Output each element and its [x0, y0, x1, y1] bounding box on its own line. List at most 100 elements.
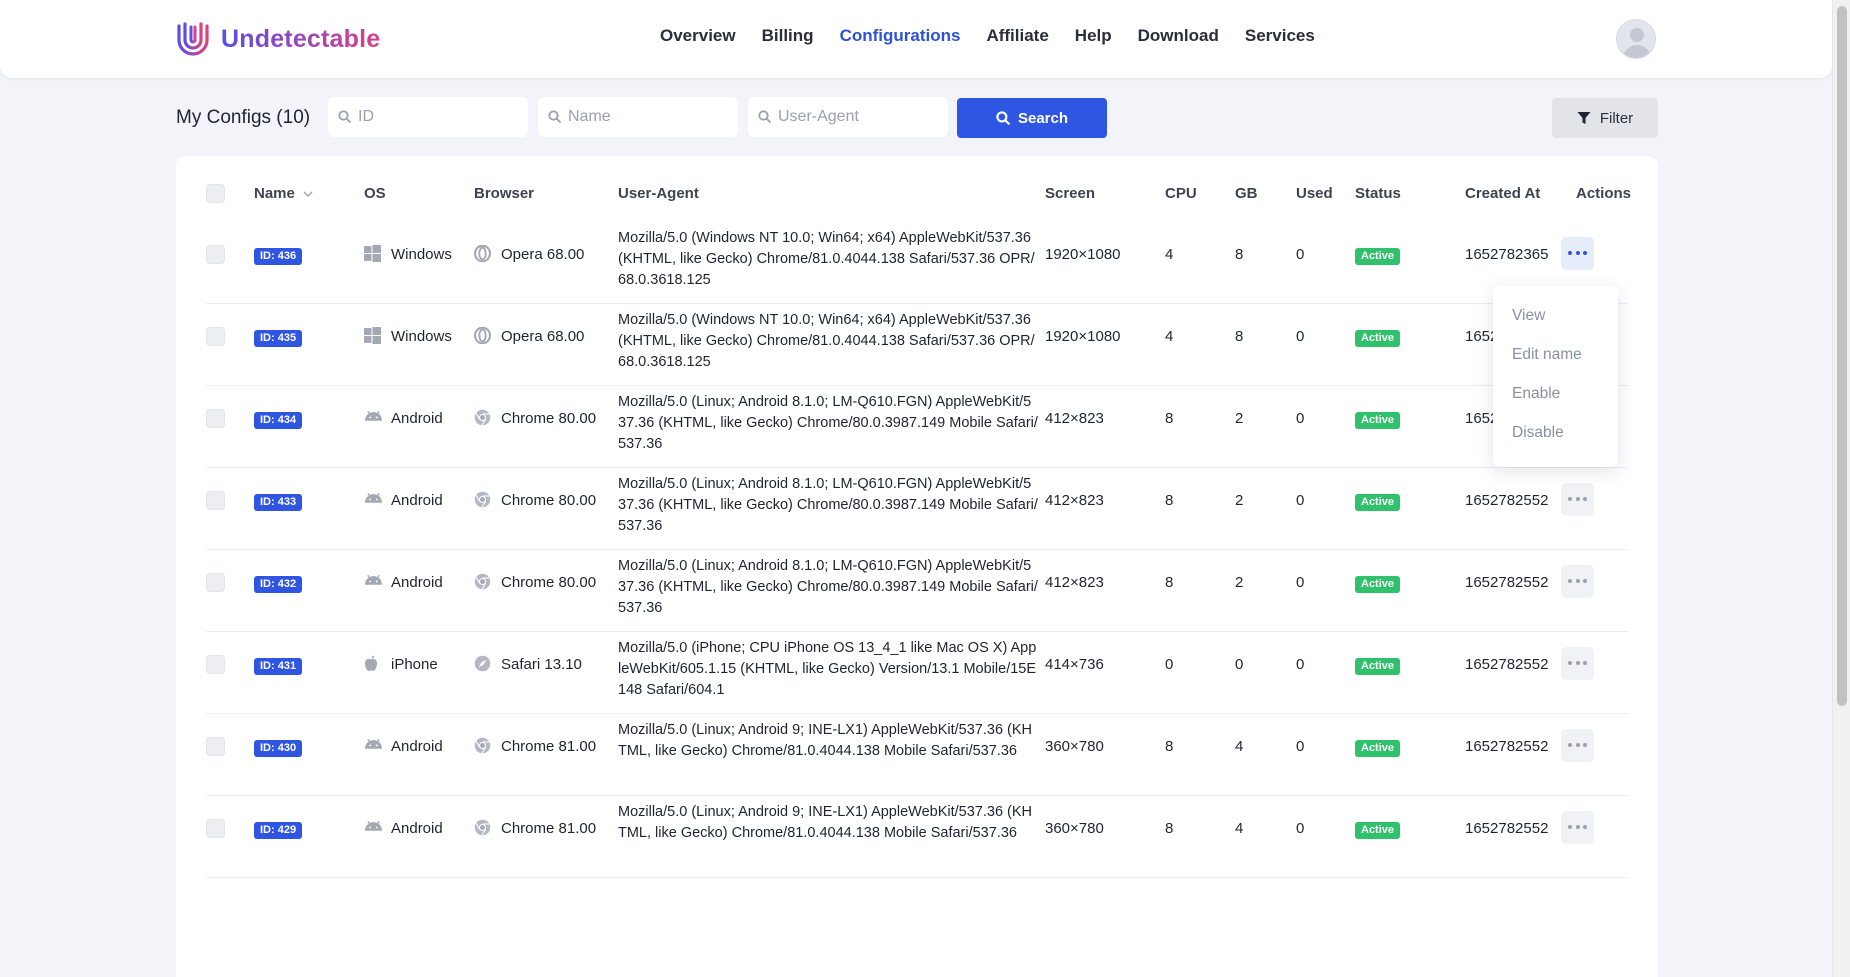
status-badge: Active: [1355, 658, 1401, 675]
user-agent-text: Mozilla/5.0 (Linux; Android 8.1.0; LM-Q6…: [618, 476, 1038, 534]
col-header-used: Used: [1296, 185, 1333, 202]
row-actions-button[interactable]: [1561, 729, 1594, 762]
more-dots-icon: [1568, 825, 1587, 829]
row-checkbox[interactable]: [206, 655, 225, 674]
created-at: 1652782552: [1465, 820, 1549, 837]
row-checkbox[interactable]: [206, 573, 225, 592]
used-count: 0: [1296, 328, 1305, 345]
row-checkbox[interactable]: [206, 409, 225, 428]
chrome-icon: [474, 573, 492, 591]
logo-icon: [177, 22, 209, 56]
search-icon: [548, 110, 562, 124]
menu-item-view[interactable]: View: [1493, 305, 1618, 344]
user-avatar[interactable]: [1616, 19, 1656, 59]
memory-gb: 2: [1235, 574, 1244, 591]
screen-resolution: 412×823: [1045, 574, 1104, 591]
name-search-input[interactable]: [568, 108, 728, 126]
nav-services[interactable]: Services: [1245, 26, 1315, 46]
nav-download[interactable]: Download: [1138, 26, 1219, 46]
created-at: 1652782552: [1465, 656, 1549, 673]
filter-button-label: Filter: [1599, 109, 1634, 127]
memory-gb: 2: [1235, 410, 1244, 427]
menu-item-edit-name[interactable]: Edit name: [1493, 344, 1618, 383]
menu-item-disable[interactable]: Disable: [1493, 422, 1618, 461]
row-checkbox[interactable]: [206, 491, 225, 510]
top-navbar: Undetectable Overview Billing Configurat…: [0, 0, 1832, 78]
os-label: Android: [391, 410, 443, 427]
cpu-count: 8: [1165, 820, 1174, 837]
config-id-badge[interactable]: ID: 429: [254, 822, 303, 839]
row-checkbox[interactable]: [206, 327, 225, 346]
brand-name: Undetectable: [221, 24, 381, 53]
ua-search-input[interactable]: [778, 108, 938, 126]
select-all-checkbox[interactable]: [206, 184, 225, 203]
cpu-count: 8: [1165, 410, 1174, 427]
search-icon: [338, 110, 352, 124]
status-badge: Active: [1355, 494, 1401, 511]
memory-gb: 8: [1235, 328, 1244, 345]
nav-configurations[interactable]: Configurations: [840, 26, 961, 46]
row-actions-button[interactable]: [1561, 647, 1594, 680]
brand-logo[interactable]: Undetectable: [175, 20, 380, 58]
user-agent-text: Mozilla/5.0 (Windows NT 10.0; Win64; x64…: [618, 312, 1035, 370]
page-scrollbar[interactable]: [1832, 0, 1850, 977]
config-id-badge[interactable]: ID: 430: [254, 740, 303, 757]
menu-item-enable[interactable]: Enable: [1493, 383, 1618, 422]
chevron-down-icon: [303, 191, 313, 197]
row-checkbox[interactable]: [206, 245, 225, 264]
browser-label: Chrome 80.00: [501, 574, 597, 591]
browser-label: Opera 68.00: [501, 328, 585, 345]
filter-icon: [1577, 112, 1591, 124]
nav-affiliate[interactable]: Affiliate: [986, 26, 1048, 46]
nav-billing[interactable]: Billing: [762, 26, 814, 46]
col-header-cpu: CPU: [1165, 185, 1197, 202]
table-row[interactable]: ID: 429 Android Chrome 81.00 Mozilla/5.0 (L…: [206, 782, 1628, 878]
id-search-input[interactable]: [358, 108, 518, 126]
id-search-field[interactable]: [328, 97, 528, 137]
config-id-badge[interactable]: ID: 434: [254, 412, 303, 429]
nav-help[interactable]: Help: [1075, 26, 1112, 46]
cpu-count: 8: [1165, 492, 1174, 509]
user-agent-text: Mozilla/5.0 (iPhone; CPU iPhone OS 13_4_…: [618, 640, 1037, 698]
row-checkbox[interactable]: [206, 819, 225, 838]
used-count: 0: [1296, 820, 1305, 837]
more-dots-icon: [1568, 251, 1587, 255]
search-button[interactable]: Search: [957, 98, 1107, 138]
col-header-status: Status: [1355, 185, 1401, 202]
used-count: 0: [1296, 738, 1305, 755]
config-id-badge[interactable]: ID: 436: [254, 248, 303, 265]
ua-search-field[interactable]: [748, 97, 948, 137]
filter-button[interactable]: Filter: [1552, 98, 1658, 138]
row-actions-button[interactable]: [1561, 811, 1594, 844]
more-dots-icon: [1568, 579, 1587, 583]
config-id-badge[interactable]: ID: 435: [254, 330, 303, 347]
status-badge: Active: [1355, 576, 1401, 593]
apple-icon: [364, 655, 382, 673]
row-checkbox[interactable]: [206, 737, 225, 756]
created-at: 1652782552: [1465, 492, 1549, 509]
col-header-name[interactable]: Name: [254, 185, 313, 202]
android-icon: [364, 819, 383, 837]
windows-icon: [364, 245, 382, 263]
chrome-icon: [474, 819, 492, 837]
name-search-field[interactable]: [538, 97, 738, 137]
row-actions-button[interactable]: [1561, 565, 1594, 598]
scrollbar-thumb[interactable]: [1837, 6, 1847, 706]
status-badge: Active: [1355, 330, 1401, 347]
search-icon: [996, 110, 1011, 125]
user-agent-text: Mozilla/5.0 (Linux; Android 9; INE-LX1) …: [618, 804, 1033, 841]
config-id-badge[interactable]: ID: 433: [254, 494, 303, 511]
configs-toolbar: My Configs (10) Search Filter: [176, 97, 1658, 139]
nav-overview[interactable]: Overview: [660, 26, 736, 46]
android-icon: [364, 737, 383, 755]
row-actions-button[interactable]: [1561, 237, 1594, 270]
screen-resolution: 1920×1080: [1045, 246, 1121, 263]
config-id-badge[interactable]: ID: 431: [254, 658, 303, 675]
col-header-screen: Screen: [1045, 185, 1096, 202]
row-actions-button[interactable]: [1561, 483, 1594, 516]
configs-table: Name OS Browser User-Agent Screen CPU GB…: [176, 156, 1658, 977]
config-id-badge[interactable]: ID: 432: [254, 576, 303, 593]
page-title: My Configs (10): [176, 107, 311, 128]
memory-gb: 4: [1235, 738, 1244, 755]
user-agent-text: Mozilla/5.0 (Windows NT 10.0; Win64; x64…: [618, 230, 1035, 288]
